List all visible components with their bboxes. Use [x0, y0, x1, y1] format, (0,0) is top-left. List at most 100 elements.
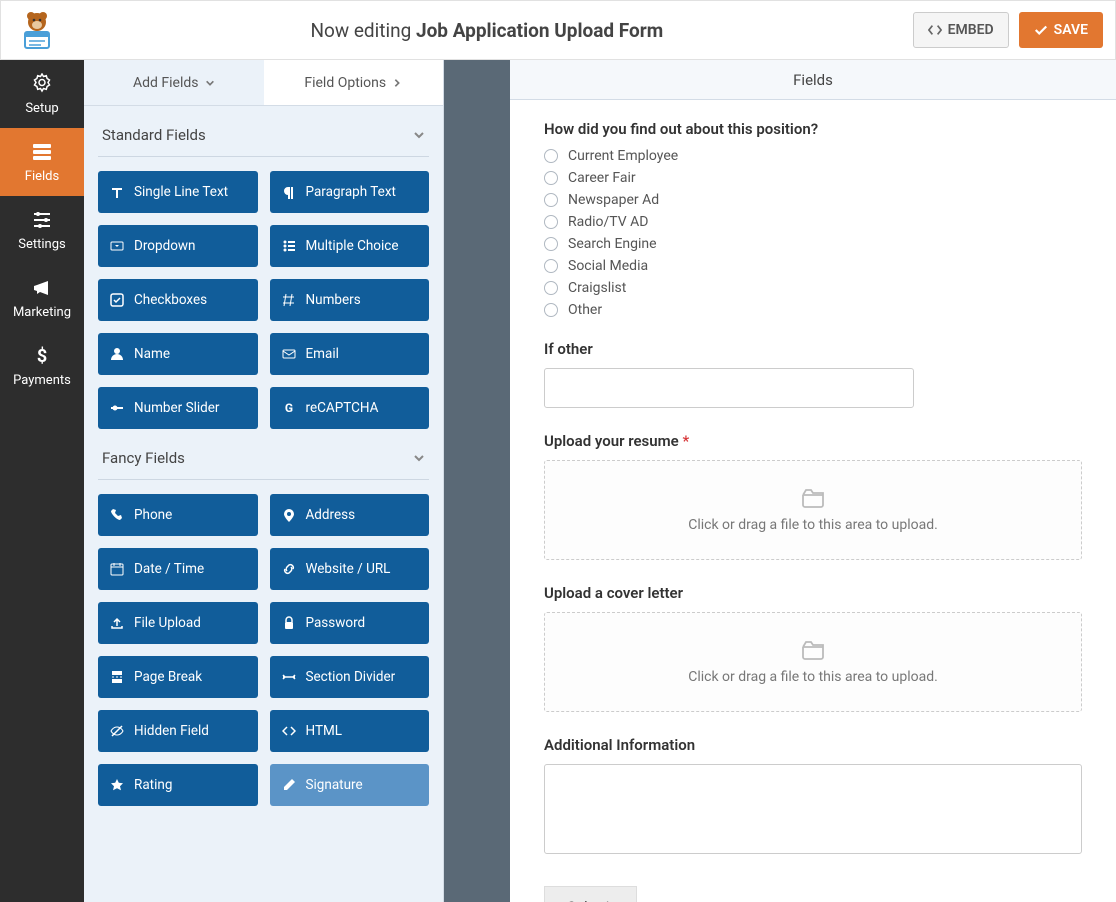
radio-icon: [544, 237, 558, 251]
svg-text:$: $: [37, 346, 47, 367]
list-icon: [282, 239, 296, 253]
code-icon: [928, 23, 942, 37]
field-multiple-choice[interactable]: Multiple Choice: [270, 225, 430, 267]
bullhorn-icon: [31, 277, 53, 299]
calendar-icon: [110, 562, 124, 576]
save-button[interactable]: SAVE: [1019, 12, 1103, 48]
chevron-down-icon: [413, 129, 425, 141]
field-date-time[interactable]: Date / Time: [98, 548, 258, 590]
field-single-line-text[interactable]: Single Line Text: [98, 171, 258, 213]
tab-add-fields[interactable]: Add Fields: [84, 60, 264, 105]
upload-icon: [110, 616, 124, 630]
question-label: How did you find out about this position…: [544, 120, 1082, 138]
embed-button[interactable]: EMBED: [913, 12, 1009, 48]
g-icon: G: [282, 401, 296, 415]
radio-option[interactable]: Social Media: [544, 258, 1082, 274]
radio-icon: [544, 303, 558, 317]
radio-option[interactable]: Newspaper Ad: [544, 192, 1082, 208]
marker-icon: [282, 508, 296, 522]
phone-icon: [110, 508, 124, 522]
field-section-divider[interactable]: Section Divider: [270, 656, 430, 698]
nav-fields[interactable]: Fields: [0, 128, 84, 196]
if-other-label: If other: [544, 340, 1082, 358]
sliders-icon: [31, 209, 53, 231]
chevron-down-icon: [205, 78, 215, 88]
text-icon: [110, 185, 124, 199]
field-rating[interactable]: Rating: [98, 764, 258, 806]
upload-icon: [800, 487, 826, 509]
pagebreak-icon: [110, 670, 124, 684]
slider-icon: [110, 401, 124, 415]
upload-hint: Click or drag a file to this area to upl…: [688, 669, 938, 685]
app-logo: [13, 6, 61, 54]
paragraph-icon: [282, 185, 296, 199]
field-address[interactable]: Address: [270, 494, 430, 536]
svg-text:G: G: [284, 401, 292, 415]
field-website-url[interactable]: Website / URL: [270, 548, 430, 590]
divider-icon: [282, 670, 296, 684]
cover-upload[interactable]: Click or drag a file to this area to upl…: [544, 612, 1082, 712]
pencil-icon: [282, 778, 296, 792]
radio-icon: [544, 259, 558, 273]
chevron-right-icon: [392, 78, 402, 88]
page-title: Now editing Job Application Upload Form: [61, 19, 913, 42]
tab-field-options[interactable]: Field Options: [264, 60, 444, 105]
field-recaptcha[interactable]: GreCAPTCHA: [270, 387, 430, 429]
submit-button[interactable]: Submit: [544, 886, 637, 902]
radio-option[interactable]: Current Employee: [544, 148, 1082, 164]
field-phone[interactable]: Phone: [98, 494, 258, 536]
radio-icon: [544, 193, 558, 207]
lock-icon: [282, 616, 296, 630]
form-canvas: How did you find out about this position…: [510, 100, 1116, 902]
radio-option[interactable]: Other: [544, 302, 1082, 318]
fields-icon: [31, 141, 53, 163]
chevron-down-icon: [413, 452, 425, 464]
radio-icon: [544, 171, 558, 185]
gear-icon: [31, 73, 53, 95]
nav-payments[interactable]: $Payments: [0, 332, 84, 400]
side-nav: SetupFieldsSettingsMarketing$Payments: [0, 60, 84, 902]
upload-hint: Click or drag a file to this area to upl…: [688, 517, 938, 533]
top-bar: Now editing Job Application Upload Form …: [0, 0, 1116, 60]
nav-setup[interactable]: Setup: [0, 60, 84, 128]
radio-option[interactable]: Career Fair: [544, 170, 1082, 186]
field-name[interactable]: Name: [98, 333, 258, 375]
canvas-gutter: [444, 60, 510, 902]
star-icon: [110, 778, 124, 792]
field-page-break[interactable]: Page Break: [98, 656, 258, 698]
eyeoff-icon: [110, 724, 124, 738]
field-numbers[interactable]: Numbers: [270, 279, 430, 321]
field-dropdown[interactable]: Dropdown: [98, 225, 258, 267]
check-icon: [110, 293, 124, 307]
field-email[interactable]: Email: [270, 333, 430, 375]
field-paragraph-text[interactable]: Paragraph Text: [270, 171, 430, 213]
panel-header: Fields: [510, 60, 1116, 100]
cover-label: Upload a cover letter: [544, 584, 1082, 602]
field-file-upload[interactable]: File Upload: [98, 602, 258, 644]
group-standard-fields[interactable]: Standard Fields: [98, 106, 429, 157]
radio-option[interactable]: Search Engine: [544, 236, 1082, 252]
field-hidden-field[interactable]: Hidden Field: [98, 710, 258, 752]
nav-marketing[interactable]: Marketing: [0, 264, 84, 332]
radio-option[interactable]: Craigslist: [544, 280, 1082, 296]
check-icon: [1034, 23, 1048, 37]
field-number-slider[interactable]: Number Slider: [98, 387, 258, 429]
info-label: Additional Information: [544, 736, 1082, 754]
field-html[interactable]: HTML: [270, 710, 430, 752]
hash-icon: [282, 293, 296, 307]
nav-settings[interactable]: Settings: [0, 196, 84, 264]
info-textarea[interactable]: [544, 764, 1082, 854]
dropdown-icon: [110, 239, 124, 253]
resume-upload[interactable]: Click or drag a file to this area to upl…: [544, 460, 1082, 560]
if-other-input[interactable]: [544, 368, 914, 408]
field-signature[interactable]: Signature: [270, 764, 430, 806]
radio-group: Current Employee Career Fair Newspaper Ad R…: [544, 148, 1082, 318]
field-checkboxes[interactable]: Checkboxes: [98, 279, 258, 321]
radio-icon: [544, 281, 558, 295]
mail-icon: [282, 347, 296, 361]
radio-icon: [544, 149, 558, 163]
field-password[interactable]: Password: [270, 602, 430, 644]
user-icon: [110, 347, 124, 361]
radio-option[interactable]: Radio/TV AD: [544, 214, 1082, 230]
group-fancy-fields[interactable]: Fancy Fields: [98, 429, 429, 480]
